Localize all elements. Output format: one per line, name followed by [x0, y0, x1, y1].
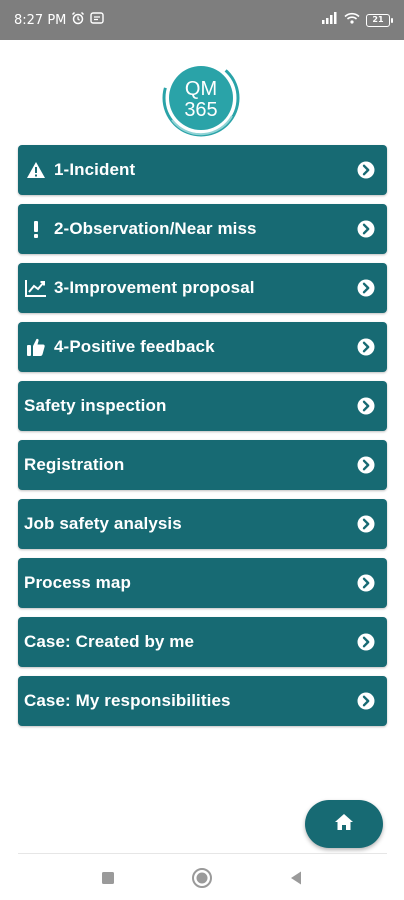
alarm-icon — [71, 11, 85, 29]
menu-item-safety-inspection[interactable]: Safety inspection — [18, 381, 387, 431]
menu-item-label: Process map — [24, 573, 131, 592]
menu-item-label: Case: My responsibilities — [24, 691, 231, 710]
menu-item-observation[interactable]: 2-Observation/Near miss — [18, 204, 387, 254]
wifi-icon — [344, 12, 360, 28]
app-logo: QM 365 — [160, 57, 244, 138]
menu-item-incident[interactable]: 1-Incident — [18, 145, 387, 195]
menu-item-job-safety-analysis[interactable]: Job safety analysis — [18, 499, 387, 549]
menu-item-label: Safety inspection — [24, 396, 167, 415]
thumbs-up-icon — [24, 335, 48, 359]
status-left: 8:27 PM — [14, 11, 105, 29]
menu-item-label: 1-Incident — [54, 160, 136, 179]
chevron-right-icon — [357, 456, 375, 474]
main-menu: 1-Incident 2-Observation/Near miss 3-Imp… — [18, 145, 387, 726]
chevron-right-icon — [357, 161, 375, 179]
menu-item-process-map[interactable]: Process map — [18, 558, 387, 608]
menu-item-improvement[interactable]: 3-Improvement proposal — [18, 263, 387, 313]
chart-line-icon — [24, 276, 48, 300]
exclamation-icon — [24, 217, 48, 241]
chevron-right-icon — [357, 515, 375, 533]
menu-item-label: Registration — [24, 455, 125, 474]
signal-icon — [322, 12, 338, 28]
home-circle-icon[interactable] — [190, 866, 214, 890]
nav-divider — [18, 853, 387, 854]
menu-item-label: Case: Created by me — [24, 632, 195, 651]
menu-item-positive-feedback[interactable]: 4-Positive feedback — [18, 322, 387, 372]
menu-item-case-my-responsibilities[interactable]: Case: My responsibilities — [18, 676, 387, 726]
warning-icon — [24, 158, 48, 182]
menu-item-label: 3-Improvement proposal — [54, 278, 255, 297]
system-nav-bar — [0, 856, 404, 900]
logo-text-365: 365 — [184, 99, 217, 121]
logo-text-qm: QM — [185, 78, 217, 100]
battery-icon: 21 — [366, 13, 393, 27]
chevron-right-icon — [357, 397, 375, 415]
status-bar: 8:27 PM 21 — [0, 0, 404, 40]
status-time: 8:27 PM — [14, 12, 67, 28]
chevron-right-icon — [357, 692, 375, 710]
recent-apps-icon[interactable] — [96, 866, 120, 890]
menu-item-label: Job safety analysis — [24, 514, 182, 533]
menu-item-label: 4-Positive feedback — [54, 337, 215, 356]
chevron-right-icon — [357, 633, 375, 651]
chevron-right-icon — [357, 279, 375, 297]
back-icon[interactable] — [284, 866, 308, 890]
menu-item-case-created-by-me[interactable]: Case: Created by me — [18, 617, 387, 667]
chevron-right-icon — [357, 338, 375, 356]
home-button[interactable] — [305, 800, 383, 848]
menu-item-registration[interactable]: Registration — [18, 440, 387, 490]
notification-icon — [90, 12, 105, 28]
status-right: 21 — [322, 12, 393, 28]
chevron-right-icon — [357, 574, 375, 592]
menu-item-label: 2-Observation/Near miss — [54, 219, 257, 238]
chevron-right-icon — [357, 220, 375, 238]
home-icon — [334, 813, 354, 836]
